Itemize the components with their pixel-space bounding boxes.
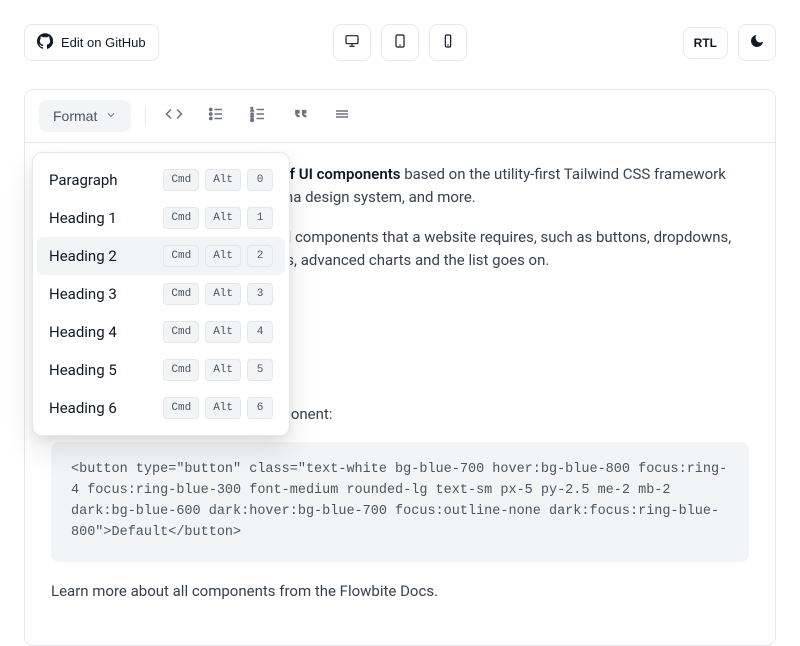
mobile-icon: [440, 33, 456, 52]
option-label: Heading 3: [49, 285, 117, 303]
github-icon: [37, 33, 53, 52]
format-option-paragraph[interactable]: Paragraph Cmd Alt 0: [37, 161, 285, 199]
kbd: Alt: [205, 169, 241, 191]
kbd: Alt: [205, 359, 241, 381]
bullet-list-button[interactable]: [202, 102, 230, 130]
kbd: Alt: [205, 321, 241, 343]
chevron-down-icon: [105, 108, 117, 124]
horizontal-rule-button[interactable]: [328, 102, 356, 130]
kbd: Alt: [205, 283, 241, 305]
blockquote-button[interactable]: [286, 102, 314, 130]
moon-icon: [749, 33, 765, 52]
ordered-list-button[interactable]: 123: [244, 102, 272, 130]
format-option-heading-2[interactable]: Heading 2 Cmd Alt 2: [37, 237, 285, 275]
code-icon: [165, 105, 183, 127]
kbd: Cmd: [163, 207, 199, 229]
kbd: Cmd: [163, 397, 199, 419]
option-label: Heading 2: [49, 247, 117, 265]
shortcut: Cmd Alt 2: [163, 245, 273, 267]
topbar: Edit on GitHub RTL: [24, 24, 776, 61]
shortcut: Cmd Alt 5: [163, 359, 273, 381]
shortcut: Cmd Alt 3: [163, 283, 273, 305]
kbd: 6: [247, 397, 273, 419]
format-option-heading-6[interactable]: Heading 6 Cmd Alt 6: [37, 389, 285, 427]
kbd: 0: [247, 169, 273, 191]
quote-icon: [291, 105, 309, 127]
rtl-button[interactable]: RTL: [683, 27, 728, 59]
kbd: Cmd: [163, 245, 199, 267]
hr-icon: [333, 105, 351, 127]
tablet-view-button[interactable]: [381, 24, 419, 61]
ordered-list-icon: 123: [249, 105, 267, 127]
option-label: Heading 4: [49, 323, 117, 341]
bullet-list-icon: [207, 105, 225, 127]
kbd: Cmd: [163, 283, 199, 305]
shortcut: Cmd Alt 4: [163, 321, 273, 343]
desktop-icon: [344, 33, 360, 52]
edit-on-github-button[interactable]: Edit on GitHub: [24, 24, 159, 61]
dark-mode-toggle[interactable]: [738, 24, 776, 61]
shortcut: Cmd Alt 1: [163, 207, 273, 229]
format-option-heading-4[interactable]: Heading 4 Cmd Alt 4: [37, 313, 285, 351]
code-block: <button type="button" class="text-white …: [51, 442, 749, 562]
paragraph: Learn more about all components from the…: [51, 580, 749, 603]
editor-toolbar: Format 123: [25, 90, 775, 143]
option-label: Heading 5: [49, 361, 117, 379]
option-label: Heading 6: [49, 399, 117, 417]
kbd: Cmd: [163, 169, 199, 191]
kbd: 1: [247, 207, 273, 229]
format-dropdown: Paragraph Cmd Alt 0 Heading 1 Cmd Alt 1 …: [32, 152, 290, 436]
kbd: Alt: [205, 207, 241, 229]
format-dropdown-button[interactable]: Format: [39, 100, 131, 132]
kbd: Alt: [205, 397, 241, 419]
kbd: 5: [247, 359, 273, 381]
edit-on-github-label: Edit on GitHub: [61, 35, 146, 50]
format-option-heading-5[interactable]: Heading 5 Cmd Alt 5: [37, 351, 285, 389]
kbd: 3: [247, 283, 273, 305]
desktop-view-button[interactable]: [333, 24, 371, 61]
shortcut: Cmd Alt 0: [163, 169, 273, 191]
rtl-label: RTL: [694, 36, 717, 50]
format-option-heading-3[interactable]: Heading 3 Cmd Alt 3: [37, 275, 285, 313]
option-label: Heading 1: [49, 209, 117, 227]
format-option-heading-1[interactable]: Heading 1 Cmd Alt 1: [37, 199, 285, 237]
shortcut: Cmd Alt 6: [163, 397, 273, 419]
kbd: 2: [247, 245, 273, 267]
svg-text:3: 3: [251, 118, 254, 124]
divider: [145, 106, 146, 126]
mobile-view-button[interactable]: [429, 24, 467, 61]
kbd: Cmd: [163, 359, 199, 381]
code-block-button[interactable]: [160, 102, 188, 130]
format-label: Format: [53, 108, 97, 124]
viewport-switcher: [333, 24, 467, 61]
kbd: Alt: [205, 245, 241, 267]
tablet-icon: [392, 33, 408, 52]
kbd: Cmd: [163, 321, 199, 343]
option-label: Paragraph: [49, 171, 118, 189]
kbd: 4: [247, 321, 273, 343]
